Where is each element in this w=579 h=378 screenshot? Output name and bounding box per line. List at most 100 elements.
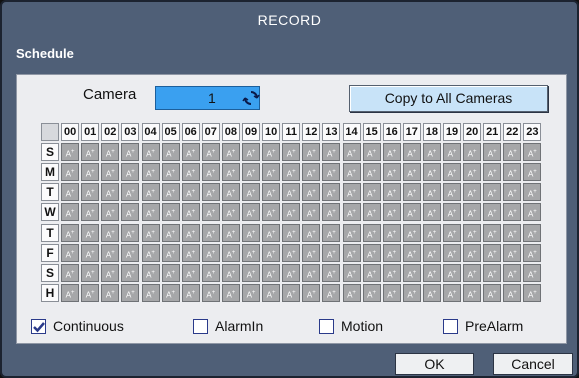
day-header[interactable]: T — [41, 223, 59, 242]
schedule-cell[interactable]: A+ — [382, 243, 401, 262]
schedule-cell[interactable]: A+ — [342, 143, 361, 162]
schedule-cell[interactable]: A+ — [503, 263, 522, 282]
schedule-cell[interactable]: A+ — [342, 243, 361, 262]
schedule-cell[interactable]: A+ — [362, 163, 381, 182]
schedule-cell[interactable]: A+ — [101, 203, 120, 222]
schedule-cell[interactable]: A+ — [141, 163, 160, 182]
schedule-cell[interactable]: A+ — [443, 223, 461, 242]
checkbox[interactable] — [443, 319, 458, 334]
schedule-cell[interactable]: A+ — [402, 163, 421, 182]
schedule-cell[interactable]: A+ — [61, 263, 80, 282]
schedule-cell[interactable]: A+ — [302, 183, 321, 202]
hour-header[interactable]: 17 — [402, 123, 421, 141]
schedule-cell[interactable]: A+ — [201, 263, 220, 282]
schedule-cell[interactable]: A+ — [382, 203, 401, 222]
schedule-cell[interactable]: A+ — [141, 223, 160, 242]
schedule-cell[interactable]: A+ — [141, 143, 160, 162]
schedule-cell[interactable]: A+ — [121, 203, 140, 222]
schedule-cell[interactable]: A+ — [402, 203, 421, 222]
schedule-cell[interactable]: A+ — [81, 183, 100, 202]
schedule-cell[interactable]: A+ — [121, 243, 140, 262]
schedule-cell[interactable]: A+ — [121, 143, 140, 162]
schedule-cell[interactable]: A+ — [463, 263, 482, 282]
schedule-cell[interactable]: A+ — [503, 203, 522, 222]
schedule-cell[interactable]: A+ — [382, 163, 401, 182]
schedule-cell[interactable]: A+ — [121, 183, 140, 202]
schedule-cell[interactable]: A+ — [282, 223, 301, 242]
schedule-cell[interactable]: A+ — [422, 203, 441, 222]
day-header[interactable]: T — [41, 183, 59, 202]
schedule-cell[interactable]: A+ — [483, 163, 502, 182]
hour-header[interactable]: 11 — [282, 123, 301, 141]
schedule-cell[interactable]: A+ — [221, 183, 240, 202]
schedule-cell[interactable]: A+ — [61, 243, 80, 262]
schedule-cell[interactable]: A+ — [523, 243, 542, 262]
schedule-cell[interactable]: A+ — [141, 263, 160, 282]
schedule-cell[interactable]: A+ — [422, 283, 441, 302]
hour-header[interactable]: 04 — [141, 123, 160, 141]
schedule-cell[interactable]: A+ — [523, 183, 542, 202]
hour-header[interactable]: 09 — [242, 123, 260, 141]
schedule-cell[interactable]: A+ — [282, 243, 301, 262]
schedule-cell[interactable]: A+ — [322, 223, 341, 242]
day-header[interactable]: F — [41, 243, 59, 262]
schedule-cell[interactable]: A+ — [342, 223, 361, 242]
schedule-cell[interactable]: A+ — [141, 283, 160, 302]
schedule-cell[interactable]: A+ — [81, 283, 100, 302]
schedule-cell[interactable]: A+ — [242, 243, 260, 262]
schedule-cell[interactable]: A+ — [382, 143, 401, 162]
refresh-icon[interactable] — [242, 89, 260, 107]
hour-header[interactable]: 15 — [362, 123, 381, 141]
schedule-cell[interactable]: A+ — [422, 263, 441, 282]
checkbox[interactable] — [31, 319, 46, 334]
schedule-cell[interactable]: A+ — [121, 163, 140, 182]
schedule-cell[interactable]: A+ — [483, 183, 502, 202]
schedule-cell[interactable]: A+ — [201, 203, 220, 222]
schedule-cell[interactable]: A+ — [242, 143, 260, 162]
schedule-cell[interactable]: A+ — [161, 243, 180, 262]
hour-header[interactable]: 12 — [302, 123, 321, 141]
schedule-cell[interactable]: A+ — [262, 163, 281, 182]
hour-header[interactable]: 07 — [201, 123, 220, 141]
schedule-cell[interactable]: A+ — [422, 243, 441, 262]
schedule-cell[interactable]: A+ — [422, 163, 441, 182]
schedule-cell[interactable]: A+ — [181, 163, 200, 182]
schedule-cell[interactable]: A+ — [523, 163, 542, 182]
schedule-cell[interactable]: A+ — [242, 183, 260, 202]
schedule-cell[interactable]: A+ — [463, 203, 482, 222]
hour-header[interactable]: 06 — [181, 123, 200, 141]
schedule-cell[interactable]: A+ — [483, 283, 502, 302]
schedule-cell[interactable]: A+ — [201, 183, 220, 202]
schedule-cell[interactable]: A+ — [503, 143, 522, 162]
schedule-cell[interactable]: A+ — [322, 183, 341, 202]
hour-header[interactable]: 23 — [523, 123, 542, 141]
schedule-cell[interactable]: A+ — [141, 183, 160, 202]
schedule-cell[interactable]: A+ — [81, 203, 100, 222]
schedule-cell[interactable]: A+ — [242, 283, 260, 302]
schedule-cell[interactable]: A+ — [181, 183, 200, 202]
schedule-cell[interactable]: A+ — [221, 143, 240, 162]
schedule-cell[interactable]: A+ — [523, 223, 542, 242]
schedule-cell[interactable]: A+ — [463, 183, 482, 202]
schedule-cell[interactable]: A+ — [362, 203, 381, 222]
schedule-cell[interactable]: A+ — [463, 223, 482, 242]
hour-header[interactable]: 10 — [262, 123, 281, 141]
schedule-cell[interactable]: A+ — [242, 163, 260, 182]
schedule-cell[interactable]: A+ — [382, 183, 401, 202]
schedule-cell[interactable]: A+ — [61, 203, 80, 222]
day-header[interactable]: S — [41, 143, 59, 162]
schedule-cell[interactable]: A+ — [503, 183, 522, 202]
schedule-cell[interactable]: A+ — [362, 243, 381, 262]
schedule-cell[interactable]: A+ — [242, 263, 260, 282]
schedule-cell[interactable]: A+ — [121, 263, 140, 282]
schedule-cell[interactable]: A+ — [221, 263, 240, 282]
schedule-cell[interactable]: A+ — [282, 163, 301, 182]
schedule-cell[interactable]: A+ — [201, 283, 220, 302]
schedule-cell[interactable]: A+ — [302, 243, 321, 262]
schedule-cell[interactable]: A+ — [443, 183, 461, 202]
camera-selector[interactable]: 1 — [155, 86, 260, 110]
schedule-cell[interactable]: A+ — [201, 223, 220, 242]
schedule-cell[interactable]: A+ — [342, 283, 361, 302]
schedule-cell[interactable]: A+ — [483, 243, 502, 262]
schedule-cell[interactable]: A+ — [342, 163, 361, 182]
